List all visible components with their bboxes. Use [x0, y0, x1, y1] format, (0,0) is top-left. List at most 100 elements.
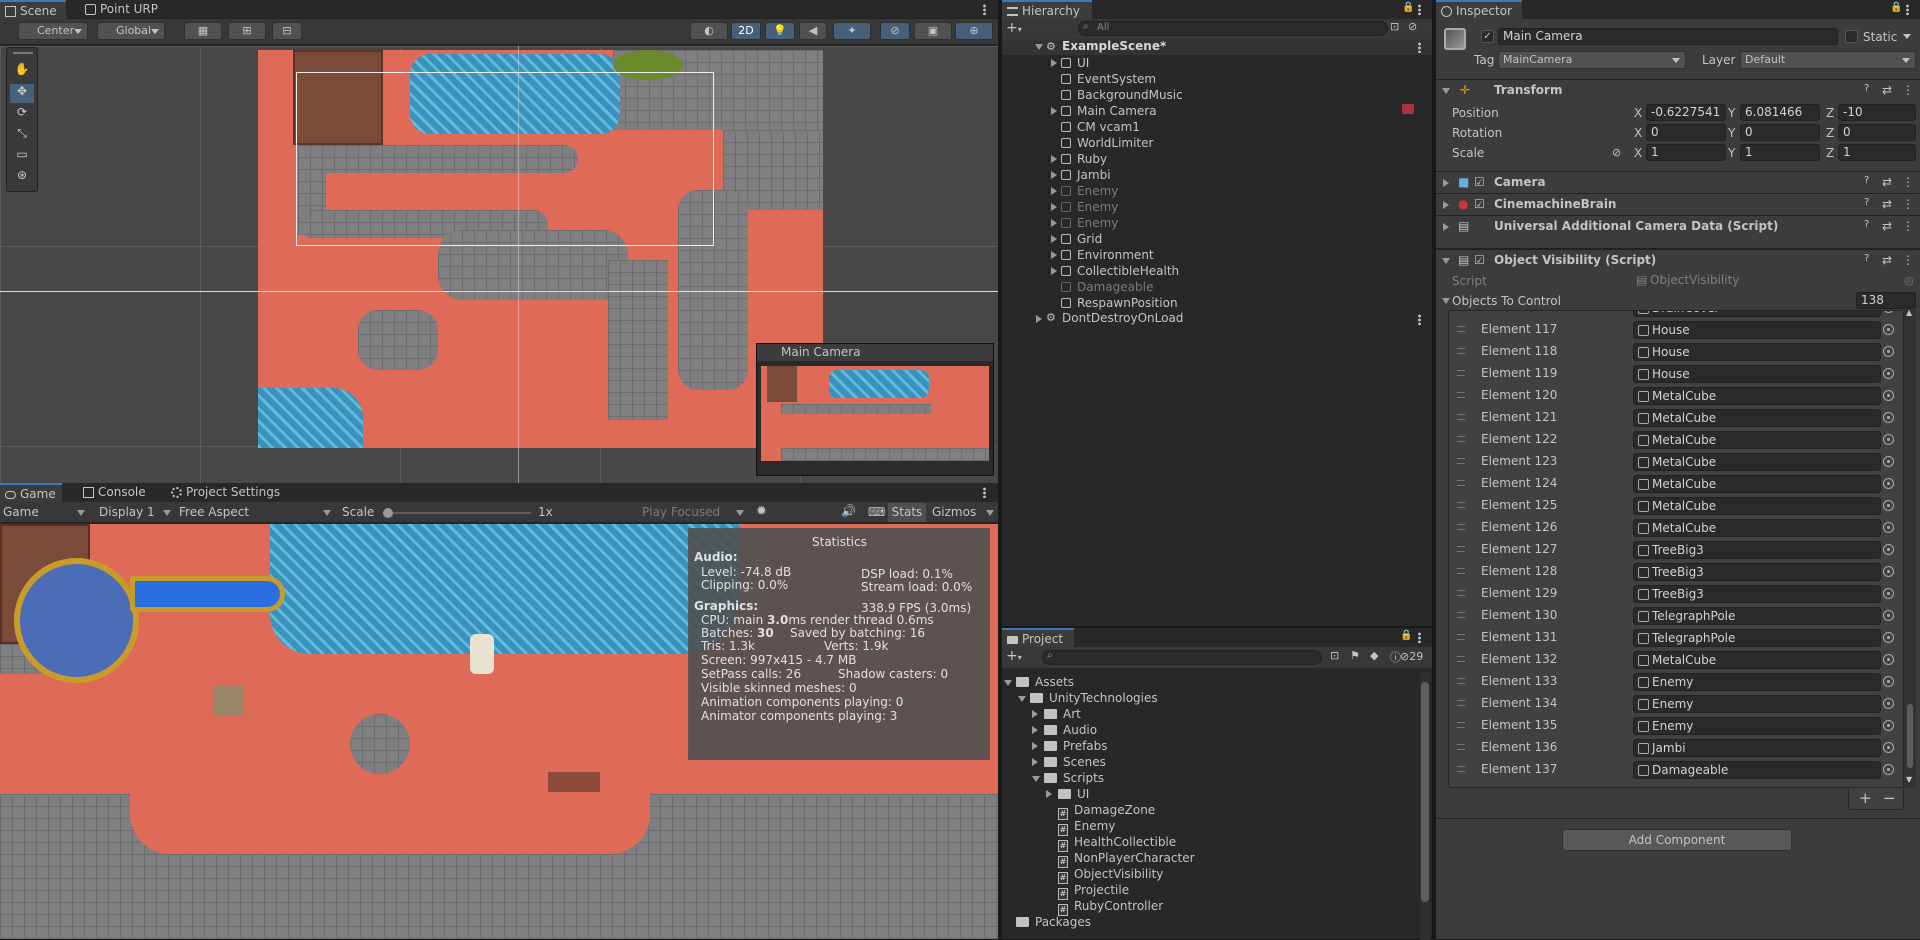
- tab-project-settings[interactable]: Project Settings: [166, 483, 288, 502]
- expand-icon[interactable]: [1443, 223, 1449, 231]
- play-mode-dropdown[interactable]: Play Focused: [642, 504, 744, 521]
- drag-handle-icon[interactable]: [1457, 722, 1465, 728]
- drag-handle-icon[interactable]: [1457, 766, 1465, 772]
- object-field[interactable]: House: [1633, 343, 1881, 361]
- project-folder[interactable]: UI: [1046, 786, 1089, 802]
- position-z-field[interactable]: -10: [1838, 104, 1916, 121]
- static-checkbox[interactable]: [1845, 30, 1858, 43]
- favorite-icon[interactable]: ◆: [1370, 649, 1378, 662]
- list-element-row[interactable]: Element 133 Enemy: [1449, 671, 1899, 693]
- object-picker-icon[interactable]: [1883, 676, 1894, 687]
- list-element-row[interactable]: Element 124 MetalCube: [1449, 473, 1899, 495]
- expand-icon[interactable]: [1046, 790, 1052, 798]
- object-field[interactable]: TreeBig3: [1633, 585, 1881, 603]
- help-icon[interactable]: ?: [1864, 197, 1869, 208]
- transform-tool-icon[interactable]: ⊛: [10, 168, 34, 187]
- rotation-z-field[interactable]: 0: [1838, 124, 1916, 141]
- object-field[interactable]: House: [1633, 365, 1881, 383]
- collapse-icon[interactable]: [1442, 258, 1450, 264]
- project-script[interactable]: # DamageZone: [1058, 802, 1155, 820]
- scroll-down-icon[interactable]: ▼: [1906, 775, 1912, 784]
- project-folder[interactable]: Audio: [1032, 722, 1097, 738]
- list-element-row[interactable]: Element 123 MetalCube: [1449, 451, 1899, 473]
- elements-scroll-thumb[interactable]: [1907, 704, 1913, 768]
- display-dropdown[interactable]: Display 1: [99, 504, 171, 521]
- drag-handle-icon[interactable]: [1457, 678, 1465, 684]
- object-picker-icon[interactable]: [1883, 764, 1894, 775]
- mode-2d-button[interactable]: 2D: [731, 22, 761, 40]
- move-tool-icon[interactable]: ✥: [10, 84, 34, 103]
- constrain-scale-icon[interactable]: ⊘: [1612, 146, 1621, 159]
- aspect-dropdown[interactable]: Free Aspect: [179, 504, 334, 521]
- expand-icon[interactable]: [1051, 187, 1057, 195]
- project-script[interactable]: # NonPlayerCharacter: [1058, 850, 1195, 868]
- snap-increment-button[interactable]: ⊞: [228, 22, 266, 40]
- object-field[interactable]: MetalCube: [1633, 453, 1881, 471]
- active-checkbox[interactable]: ✓: [1481, 30, 1494, 43]
- help-icon[interactable]: ?: [1864, 175, 1869, 186]
- stats-button[interactable]: Stats: [888, 503, 926, 522]
- component-menu-icon[interactable]: ⋮: [1902, 175, 1914, 189]
- expand-icon[interactable]: [1051, 267, 1057, 275]
- drag-handle-icon[interactable]: [1457, 458, 1465, 464]
- list-element-row[interactable]: Element 119 House: [1449, 363, 1899, 385]
- drag-handle-icon[interactable]: [1457, 744, 1465, 750]
- list-element-row[interactable]: Element 136 Jambi: [1449, 737, 1899, 759]
- drag-handle-icon[interactable]: [1457, 480, 1465, 486]
- gizmos-button[interactable]: ⊕: [955, 22, 993, 40]
- space-dropdown[interactable]: Global: [97, 22, 165, 40]
- grid-visibility-button[interactable]: ⊟: [272, 22, 302, 40]
- list-element-row[interactable]: Element 121 MetalCube: [1449, 407, 1899, 429]
- tab-project[interactable]: Project: [1002, 628, 1074, 647]
- drag-handle-icon[interactable]: [1457, 436, 1465, 442]
- draw-mode-button[interactable]: ◐: [690, 22, 728, 40]
- expand-icon[interactable]: [1051, 155, 1057, 163]
- object-picker-icon[interactable]: [1883, 544, 1894, 555]
- object-picker-icon[interactable]: [1883, 522, 1894, 533]
- cinemachine-component-header[interactable]: ● ☑ CinemachineBrain ? ⇄ ⋮: [1436, 193, 1920, 215]
- position-x-field[interactable]: -0.6227541: [1646, 104, 1726, 121]
- hierarchy-scene-row[interactable]: ⚙ ExampleScene*: [1002, 39, 1432, 55]
- list-element-row[interactable]: Element 122 MetalCube: [1449, 429, 1899, 451]
- drag-handle-icon[interactable]: [1457, 502, 1465, 508]
- expand-icon[interactable]: [1004, 680, 1012, 686]
- project-folder[interactable]: Art: [1032, 706, 1081, 722]
- object-picker-icon[interactable]: [1883, 698, 1894, 709]
- expand-icon[interactable]: [1051, 171, 1057, 179]
- project-folder[interactable]: Assets: [1004, 674, 1074, 690]
- drag-handle-icon[interactable]: [1457, 546, 1465, 552]
- pivot-dropdown[interactable]: Center: [18, 22, 88, 40]
- hierarchy-item[interactable]: BackgroundMusic: [1002, 87, 1432, 103]
- camera-component-header[interactable]: ■ ☑ Camera ? ⇄ ⋮: [1436, 171, 1920, 193]
- project-scrollbar[interactable]: [1420, 672, 1430, 940]
- project-script[interactable]: # HealthCollectible: [1058, 834, 1176, 852]
- camera-button[interactable]: ▣: [914, 22, 952, 40]
- project-folder[interactable]: Scenes: [1032, 754, 1106, 770]
- scroll-up-icon[interactable]: ▲: [1906, 308, 1912, 317]
- row-menu-icon[interactable]: [1418, 314, 1421, 325]
- tab-game[interactable]: Game: [0, 483, 62, 502]
- object-picker-icon[interactable]: [1883, 324, 1894, 335]
- expand-icon[interactable]: [1051, 59, 1057, 67]
- hierarchy-item[interactable]: CollectibleHealth: [1002, 263, 1432, 279]
- hierarchy-item[interactable]: EventSystem: [1002, 71, 1432, 87]
- remove-element-button[interactable]: −: [1883, 789, 1896, 807]
- mute-audio-icon[interactable]: 🔊: [841, 504, 856, 518]
- project-script[interactable]: # ObjectVisibility: [1058, 866, 1163, 884]
- enabled-check-icon[interactable]: ☑: [1474, 197, 1485, 211]
- object-field[interactable]: MetalCube: [1633, 475, 1881, 493]
- hierarchy-item[interactable]: RespawnPosition: [1002, 295, 1432, 311]
- project-folder[interactable]: Packages: [1016, 914, 1091, 930]
- expand-icon[interactable]: [1051, 235, 1057, 243]
- scale-y-field[interactable]: 1: [1740, 144, 1820, 161]
- object-picker-icon[interactable]: [1883, 346, 1894, 357]
- scene-menu-icon[interactable]: [1418, 42, 1421, 53]
- object-picker-icon[interactable]: [1883, 311, 1894, 313]
- search-by-type-icon[interactable]: ⊡: [1330, 649, 1339, 662]
- keyboard-icon[interactable]: ⌨: [868, 505, 885, 519]
- audio-button[interactable]: ◀: [799, 22, 827, 40]
- bug-icon[interactable]: ✹: [756, 504, 767, 519]
- object-visibility-header[interactable]: ▤ ☑ Object Visibility (Script) ? ⇄ ⋮: [1436, 248, 1920, 270]
- object-field[interactable]: Enemy: [1633, 695, 1881, 713]
- tab-scene[interactable]: Scene: [0, 0, 66, 19]
